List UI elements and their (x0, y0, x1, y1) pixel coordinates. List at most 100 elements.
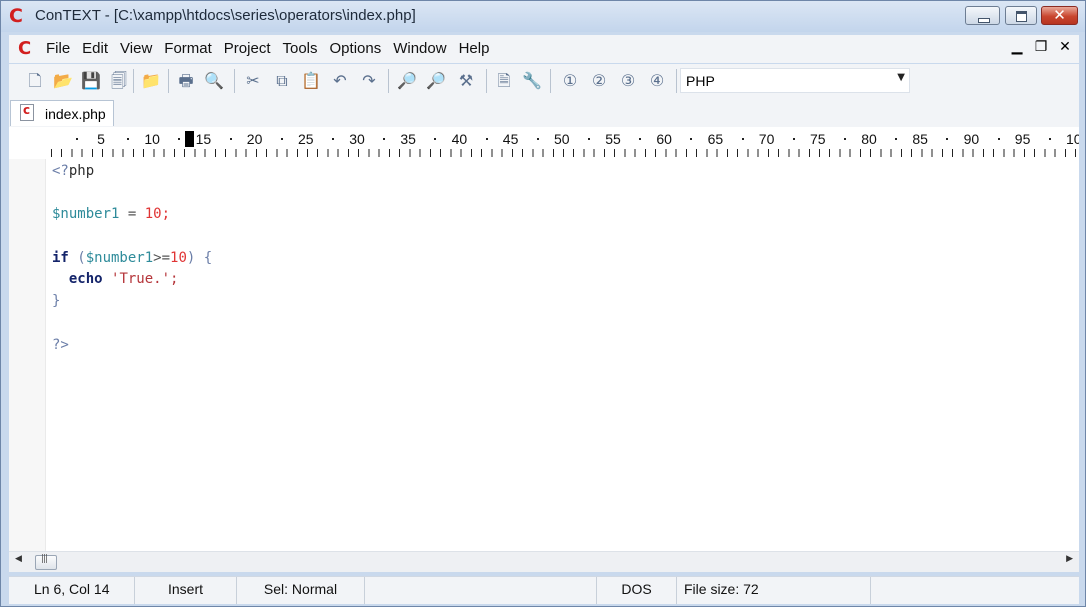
toolbar-separator (133, 69, 134, 93)
document-menu-icon[interactable]: C (18, 38, 31, 59)
editor-gutter (9, 159, 46, 551)
minimize-button[interactable] (965, 6, 1000, 25)
ruler-label: 65 (707, 131, 724, 147)
ruler: 5 10 15 20 25 30 35 40 45 50 55 60 65 70 75 80 85 90 95 10 (9, 127, 1079, 160)
menu-window[interactable]: Window (393, 40, 452, 57)
scroll-left-icon[interactable]: ◀ (15, 554, 22, 564)
new-file-icon[interactable]: 🗋 (24, 70, 46, 92)
ruler-dot (792, 138, 795, 140)
menu-help[interactable]: Help (459, 40, 496, 57)
code-token: ( (68, 249, 86, 266)
code-token: $number1 (52, 206, 120, 223)
file-properties-icon[interactable]: 🗎 (493, 70, 515, 92)
code-token: ; (161, 206, 171, 223)
find-icon[interactable]: 🔎 (396, 70, 418, 92)
ruler-dot (997, 138, 1000, 140)
ruler-label: 75 (810, 131, 826, 147)
code-token: } (52, 293, 61, 310)
copy-icon[interactable]: ⧉ (271, 70, 293, 92)
paste-icon[interactable]: 📋 (300, 70, 322, 92)
ruler-dot (280, 138, 283, 140)
ruler-cursor-marker (185, 131, 194, 147)
user-command-3-icon[interactable]: ③ (617, 70, 639, 92)
scrollbar-thumb[interactable] (35, 554, 57, 570)
ruler-label: 95 (1014, 131, 1031, 147)
ruler-dot (127, 138, 130, 140)
ruler-label: 30 (349, 131, 365, 147)
ruler-dot (1048, 138, 1051, 140)
status-bar: Ln 6, Col 14 Insert Sel: Normal DOS File… (9, 576, 1079, 604)
ruler-label: 70 (758, 131, 775, 147)
user-command-2-icon[interactable]: ② (588, 70, 610, 92)
ruler-label: 90 (963, 131, 980, 147)
cut-icon[interactable]: ✂ (242, 70, 264, 92)
code-line: } (52, 291, 212, 313)
ruler-label: 85 (912, 131, 928, 147)
highlighter-select[interactable]: PHP ▼ (680, 68, 910, 93)
toolbar-separator (486, 69, 487, 93)
chevron-down-icon[interactable]: ▼ (897, 72, 905, 83)
ruler-label: 5 (97, 131, 105, 147)
code-token: if (52, 249, 69, 266)
ruler-label: 60 (656, 131, 672, 147)
ruler-dot (690, 138, 693, 140)
user-command-1-icon[interactable]: ① (559, 70, 581, 92)
window-title: ConTEXT - [C:\xampp\htdocs\series\operat… (35, 7, 416, 24)
mdi-minimize-button[interactable]: ▁ (1009, 38, 1025, 55)
context-logo-icon: C (9, 5, 23, 27)
replace-icon[interactable]: ⚒ (455, 70, 477, 92)
toolbar-separator (168, 69, 169, 93)
tab-index-php[interactable]: index.php (10, 100, 114, 126)
menu-view[interactable]: View (120, 40, 158, 57)
ruler-label: 55 (605, 131, 621, 147)
tools-icon[interactable]: 🔧 (521, 70, 543, 92)
ruler-dot (76, 138, 78, 140)
status-empty (365, 577, 597, 604)
print-icon[interactable]: 🖶 (175, 70, 197, 92)
maximize-icon (1006, 7, 1036, 24)
title-bar[interactable]: C ConTEXT - [C:\xampp\htdocs\series\oper… (1, 1, 1085, 32)
open-folder-icon[interactable]: 📂 (52, 70, 74, 92)
code-token: php (68, 163, 95, 179)
redo-icon[interactable]: ↷ (358, 70, 380, 92)
menu-edit[interactable]: Edit (82, 40, 114, 57)
status-file-size: File size: 72 (677, 577, 871, 604)
status-mode: Insert (135, 577, 237, 604)
code-token: ; (170, 271, 179, 288)
close-icon: ✕ (1053, 6, 1066, 24)
mdi-restore-button[interactable]: ❐ (1033, 38, 1049, 55)
ruler-label: 80 (861, 131, 877, 147)
menu-tools[interactable]: Tools (282, 40, 323, 57)
tab-label: index.php (45, 106, 106, 122)
close-button[interactable]: ✕ (1041, 6, 1078, 25)
horizontal-scrollbar[interactable]: ◀ ▶ (9, 551, 1079, 572)
ruler-dot (639, 138, 642, 140)
undo-icon[interactable]: ↶ (329, 70, 351, 92)
editor[interactable]: <?php $number1 = 10; if ($number1>=10) { e… (9, 159, 1079, 551)
save-icon[interactable]: 💾 (80, 70, 102, 92)
code-token: >= (153, 249, 171, 266)
code-line: if ($number1>=10) { (52, 248, 212, 270)
ruler-dot (434, 138, 437, 140)
status-selection: Sel: Normal (237, 577, 365, 604)
ruler-label: 25 (298, 131, 314, 147)
maximize-button[interactable] (1005, 6, 1037, 25)
menu-file[interactable]: File (46, 40, 76, 57)
code-token: = (119, 206, 145, 223)
menu-options[interactable]: Options (330, 40, 388, 57)
user-command-4-icon[interactable]: ④ (646, 70, 668, 92)
ruler-dot (178, 138, 181, 140)
save-all-icon[interactable]: 🗐 (108, 70, 130, 92)
scroll-right-icon[interactable]: ▶ (1066, 554, 1073, 564)
toolbar-separator (234, 69, 235, 93)
find-next-icon[interactable]: 🔎 (425, 70, 447, 92)
menu-format[interactable]: Format (164, 40, 218, 57)
print-preview-icon[interactable]: 🔍 (203, 70, 225, 92)
menu-project[interactable]: Project (224, 40, 277, 57)
toolbar-separator (388, 69, 389, 93)
open-project-icon[interactable]: 📁 (140, 70, 162, 92)
mdi-close-button[interactable]: ✕ (1057, 38, 1073, 55)
code-area[interactable]: <?php $number1 = 10; if ($number1>=10) { e… (52, 161, 212, 356)
